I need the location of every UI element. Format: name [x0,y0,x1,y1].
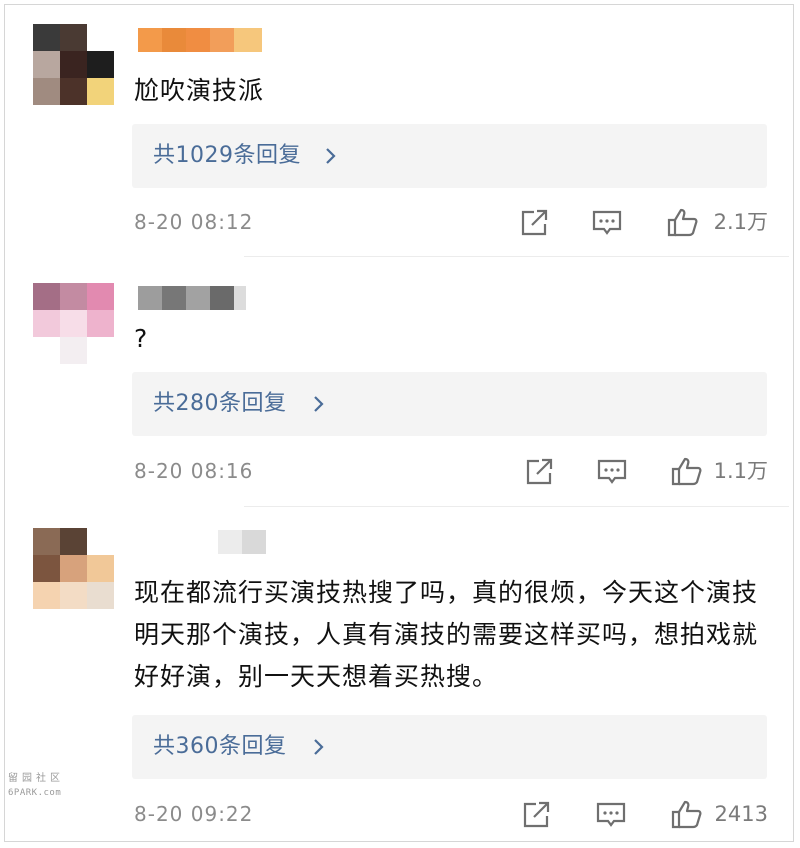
comment-text: ? [134,324,149,353]
comment-icon[interactable] [590,206,624,238]
view-replies-button[interactable]: 共280条回复 [132,372,767,436]
username-blurred[interactable] [138,286,246,310]
share-icon[interactable] [521,455,555,487]
timestamp: 8-20 08:12 [134,210,254,234]
share-icon[interactable] [518,798,552,830]
comment-text: 尬吹演技派 [134,76,265,105]
watermark-line1: 留园社区 [8,773,64,784]
comment-meta: 8-20 09:22 2413 [134,794,768,834]
chevron-right-icon [326,148,336,164]
thumbs-up-icon[interactable] [666,206,700,238]
comment-icon[interactable] [594,798,628,830]
avatar[interactable] [33,24,114,105]
timestamp: 8-20 08:16 [134,459,254,483]
reply-count-label: 共1029条回复 [153,143,301,168]
timestamp: 8-20 09:22 [134,802,254,826]
view-replies-button[interactable]: 共360条回复 [132,715,767,779]
chevron-right-icon [314,396,324,412]
comment-meta: 8-20 08:16 1.1万 [134,451,768,491]
like-count: 2.1万 [713,210,768,234]
site-watermark: 留园社区 6PARK.com [8,772,80,806]
comment-meta: 8-20 08:12 2.1万 [134,202,768,242]
avatar[interactable] [33,283,114,364]
like-count: 1.1万 [713,459,768,483]
username-blurred[interactable] [138,530,266,554]
view-replies-button[interactable]: 共1029条回复 [132,124,767,188]
share-icon[interactable] [516,206,550,238]
divider [244,256,789,257]
username-blurred[interactable] [138,28,262,52]
chevron-right-icon [314,739,324,755]
comment-text: 现在都流行买演技热搜了吗，真的很烦，今天这个演技明天那个演技，人真有演技的需要这… [134,578,759,691]
reply-count-label: 共360条回复 [153,734,287,759]
like-count: 2413 [714,802,768,826]
thumbs-up-icon[interactable] [670,798,704,830]
comment-icon[interactable] [595,455,629,487]
thumbs-up-icon[interactable] [670,455,704,487]
watermark-line2: 6PARK.com [8,788,62,798]
reply-count-label: 共280条回复 [153,391,287,416]
avatar[interactable] [33,528,114,609]
divider [244,506,789,507]
